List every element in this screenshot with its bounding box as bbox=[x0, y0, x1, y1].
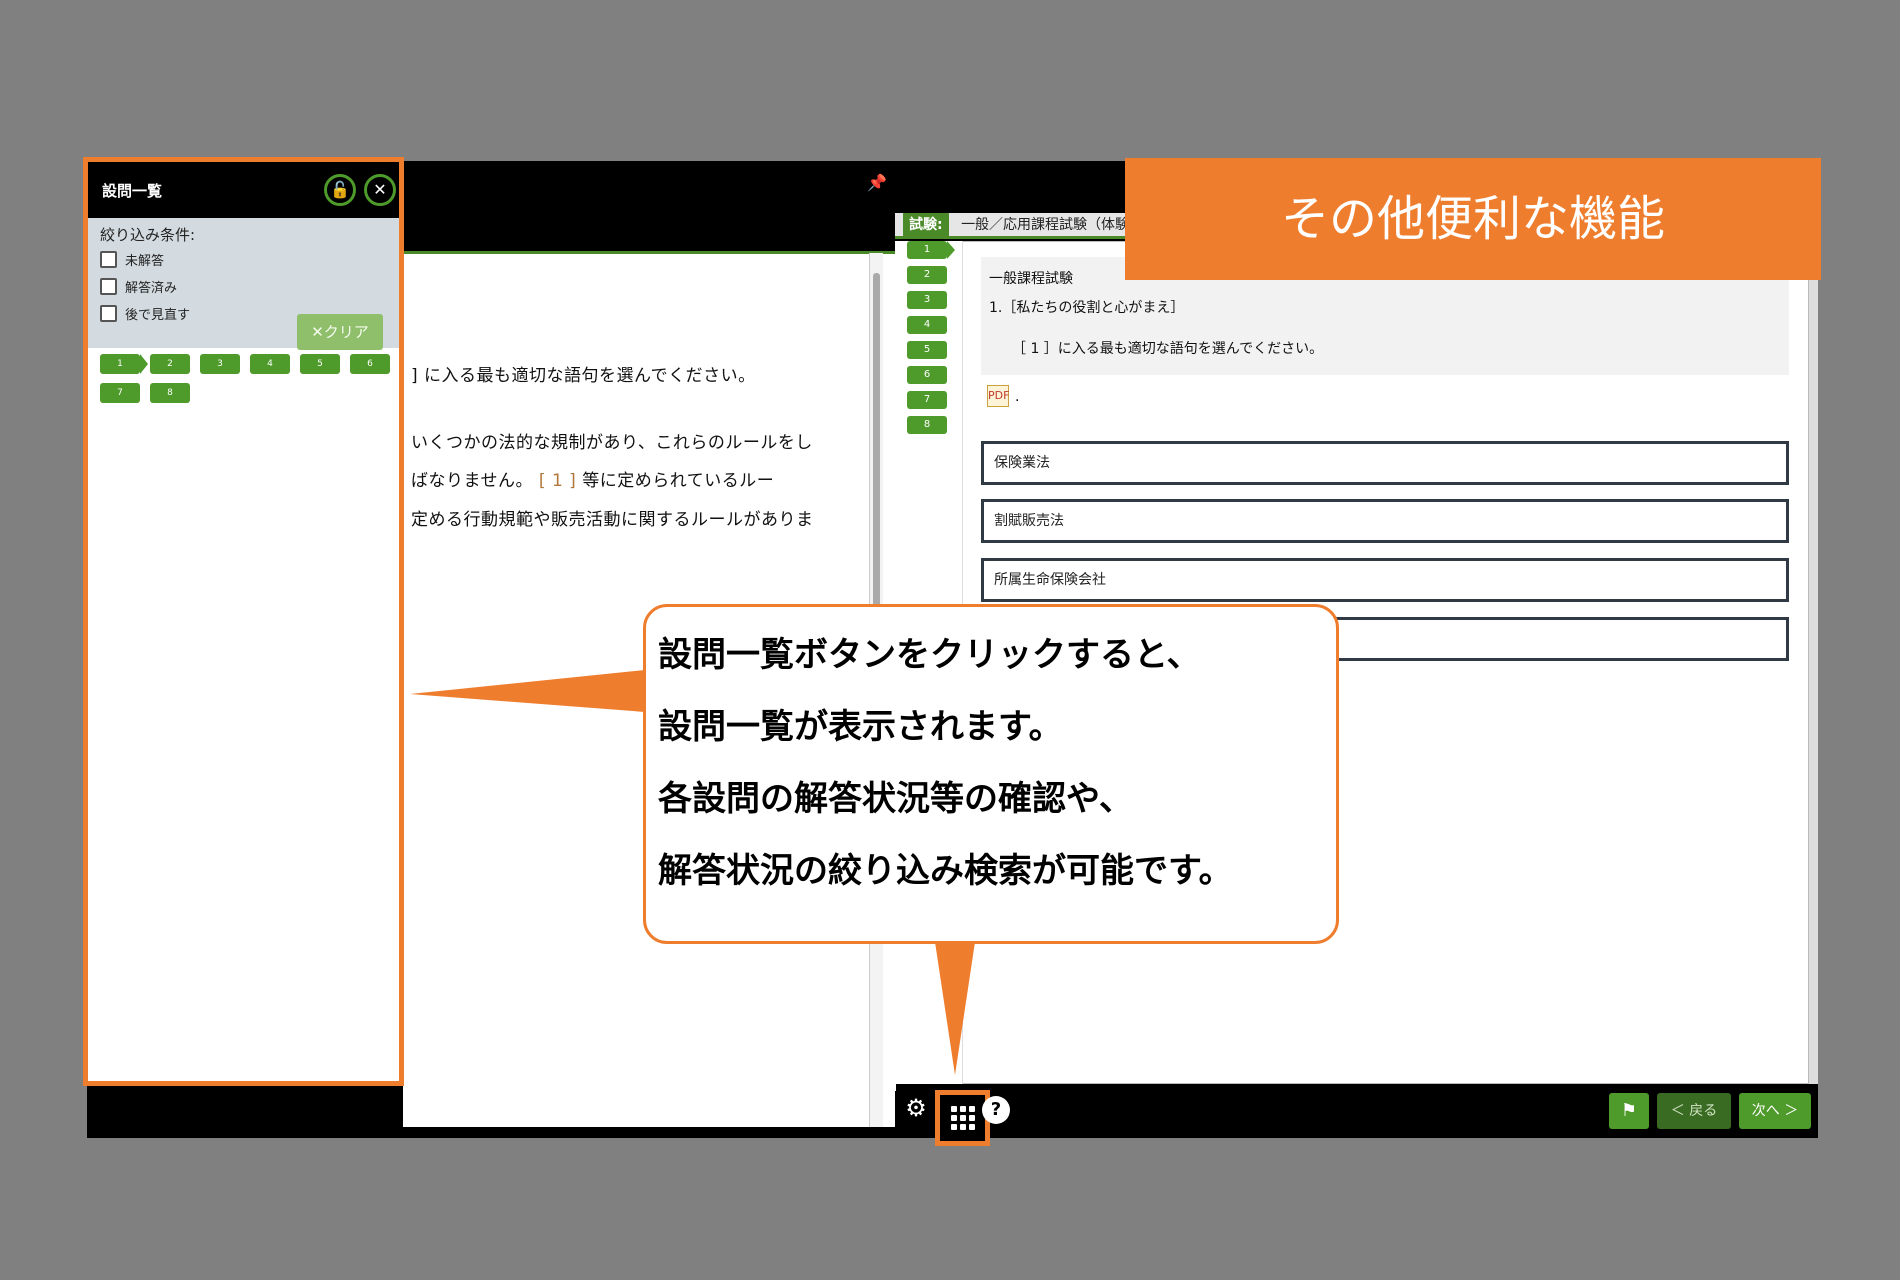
filter-review-later[interactable]: 後で見直す bbox=[100, 304, 190, 323]
filter-unanswered[interactable]: 未解答 bbox=[100, 250, 164, 269]
gear-icon[interactable]: ⚙ bbox=[903, 1095, 929, 1121]
filter-box: 絞り込み条件: 未解答 解答済み 後で見直す ✕クリア bbox=[88, 218, 399, 350]
choice-option[interactable]: 割賦販売法 bbox=[981, 499, 1789, 543]
question-button-4[interactable]: 4 bbox=[250, 354, 290, 374]
qnav-button-4[interactable]: 4 bbox=[907, 316, 947, 334]
feature-banner: その他便利な機能 bbox=[1125, 158, 1821, 280]
question-scrollbar[interactable] bbox=[1809, 241, 1818, 1084]
panel-header: 設問一覧 🔓 ✕ bbox=[88, 162, 399, 218]
panel-title: 設問一覧 bbox=[102, 182, 163, 200]
flag-icon: ⚑ bbox=[1620, 1100, 1638, 1121]
question-title: 1.［私たちの役割と心がまえ］ bbox=[989, 300, 1185, 316]
checkbox[interactable] bbox=[100, 251, 117, 268]
filter-title: 絞り込み条件: bbox=[100, 226, 196, 244]
text-fragment: ばなりません。 bbox=[411, 471, 533, 491]
callout-line: 設問一覧が表示されます。 bbox=[658, 707, 1063, 747]
question-button-5[interactable]: 5 bbox=[300, 354, 340, 374]
question-button-6[interactable]: 6 bbox=[350, 354, 390, 374]
clear-button[interactable]: ✕クリア bbox=[297, 314, 383, 350]
qnav-button-5[interactable]: 5 bbox=[907, 341, 947, 359]
callout-line: 各設問の解答状況等の確認や、 bbox=[658, 779, 1133, 819]
question-button-7[interactable]: 7 bbox=[100, 383, 140, 403]
qnav-button-1[interactable]: 1 bbox=[907, 241, 955, 259]
callout-line: 解答状況の絞り込み検索が可能です。 bbox=[658, 851, 1233, 891]
checkbox[interactable] bbox=[100, 305, 117, 322]
choice-option[interactable]: 所属生命保険会社 bbox=[981, 558, 1789, 602]
unlock-icon[interactable]: 🔓 bbox=[324, 174, 356, 206]
question-button-2[interactable]: 2 bbox=[150, 354, 190, 374]
qnav-button-8[interactable]: 8 bbox=[907, 416, 947, 434]
grid-icon bbox=[951, 1106, 975, 1130]
explanation-callout: 設問一覧ボタンをクリックすると、 設問一覧が表示されます。 各設問の解答状況等の… bbox=[643, 604, 1339, 944]
text-line: ばなりません。 [ 1 ] 等に定められているルー bbox=[411, 466, 774, 491]
prev-button[interactable]: ＜ 戻る bbox=[1657, 1093, 1731, 1129]
question-button-8[interactable]: 8 bbox=[150, 383, 190, 403]
help-button[interactable]: ? bbox=[982, 1096, 1010, 1124]
qnav-button-7[interactable]: 7 bbox=[907, 391, 947, 409]
text-line: ] に入る最も適切な語句を選んでください。 bbox=[411, 366, 756, 386]
qnav-button-2[interactable]: 2 bbox=[907, 266, 947, 284]
pin-icon[interactable]: 📌 bbox=[867, 173, 887, 192]
question-button-3[interactable]: 3 bbox=[200, 354, 240, 374]
text-line: いくつかの法的な規制があり、これらのルールをし bbox=[411, 433, 813, 453]
flag-button[interactable]: ⚑ bbox=[1609, 1093, 1649, 1129]
text-line: 定める行動規範や販売活動に関するルールがありま bbox=[411, 510, 814, 530]
qnav-button-3[interactable]: 3 bbox=[907, 291, 947, 309]
blank-marker: [ 1 ] bbox=[538, 471, 577, 491]
question-list-button[interactable] bbox=[935, 1090, 990, 1146]
filter-label: 未解答 bbox=[125, 254, 165, 269]
filter-label: 解答済み bbox=[125, 281, 178, 296]
callout-line: 設問一覧ボタンをクリックすると、 bbox=[658, 635, 1201, 675]
filter-answered[interactable]: 解答済み bbox=[100, 277, 177, 296]
pdf-suffix: . bbox=[1015, 389, 1020, 405]
exam-name: 一般課程試験 bbox=[989, 271, 1073, 287]
close-icon[interactable]: ✕ bbox=[364, 174, 396, 206]
question-list-panel: 設問一覧 🔓 ✕ 絞り込み条件: 未解答 解答済み 後で見直す ✕クリア 1 2… bbox=[83, 157, 404, 1086]
checkbox[interactable] bbox=[100, 278, 117, 295]
qnav-button-6[interactable]: 6 bbox=[907, 366, 947, 384]
exam-header-title: 一般／応用課程試験（体験 bbox=[961, 217, 1130, 233]
text-fragment: 等に定められているルー bbox=[582, 471, 775, 491]
filter-label: 後で見直す bbox=[125, 308, 191, 323]
question-prompt: ［ 1 ］に入る最も適切な語句を選んでください。 bbox=[1012, 341, 1324, 357]
next-button[interactable]: 次へ ＞ bbox=[1739, 1093, 1811, 1129]
question-button-1[interactable]: 1 bbox=[100, 354, 148, 374]
exam-header-label: 試験: bbox=[903, 213, 949, 237]
pdf-icon[interactable]: PDF bbox=[987, 385, 1009, 407]
choice-option[interactable]: 保険業法 bbox=[981, 441, 1789, 485]
